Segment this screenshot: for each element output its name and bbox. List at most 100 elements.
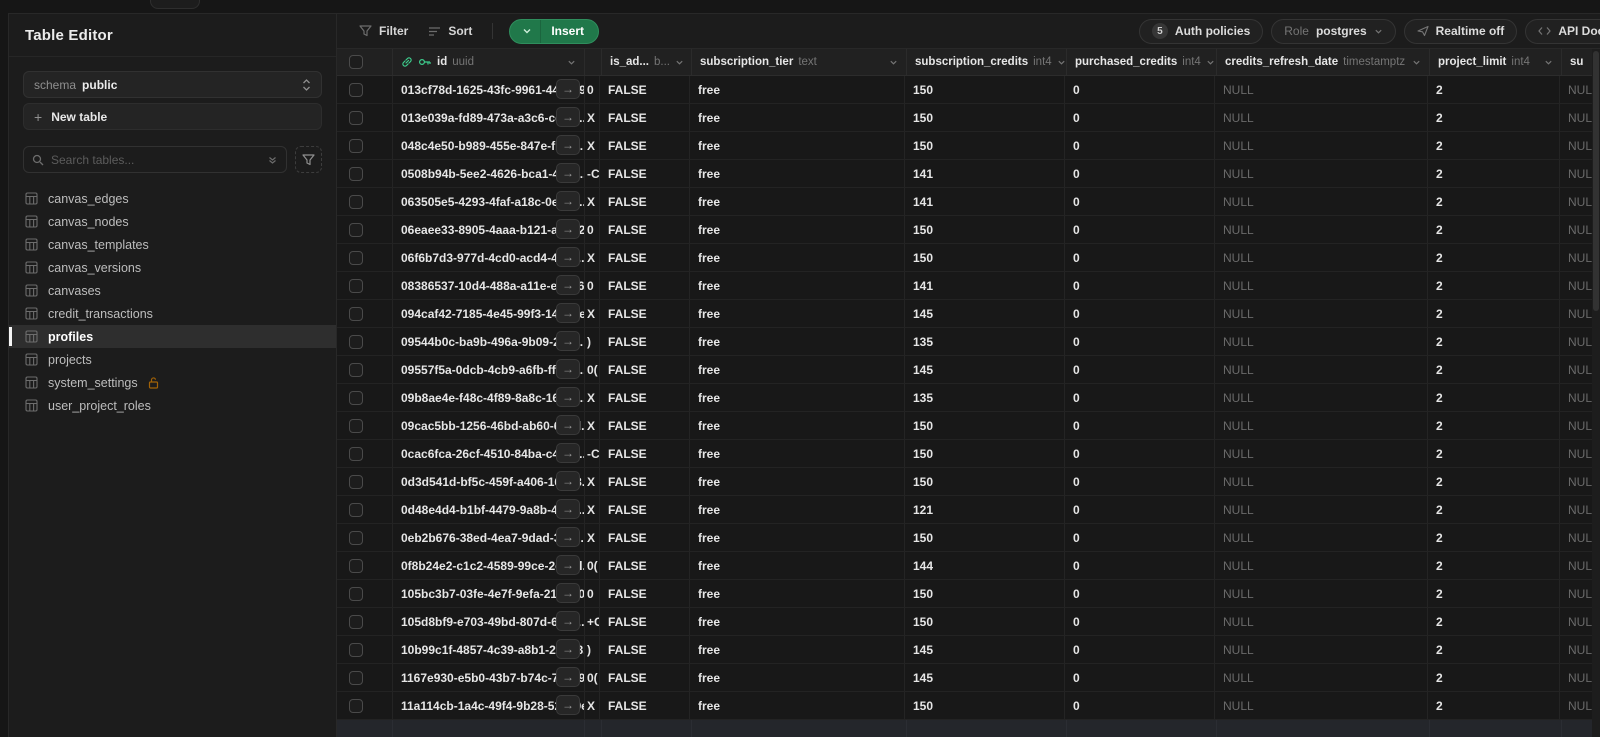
cell-subscription-credits[interactable]: 145 <box>905 664 1065 691</box>
sort-button[interactable]: Sort <box>418 19 482 43</box>
cell-clipped[interactable]: +C <box>585 608 600 635</box>
expand-row-button[interactable]: → <box>556 331 580 351</box>
cell-subscription-tier[interactable]: free <box>690 636 905 663</box>
cell-is-admin[interactable]: FALSE <box>600 328 690 355</box>
cell-project-limit[interactable]: 2 <box>1428 664 1560 691</box>
cell-clipped[interactable]: 0 <box>585 76 600 103</box>
chevron-down-icon[interactable] <box>889 58 898 67</box>
chevron-down-icon[interactable] <box>1412 58 1421 67</box>
cell-credits-refresh-date[interactable]: NULL <box>1215 412 1428 439</box>
cell-project-limit[interactable]: 2 <box>1428 216 1560 243</box>
row-checkbox[interactable] <box>349 278 363 293</box>
cell-subscription-tier[interactable]: free <box>690 692 905 719</box>
cell-is-admin[interactable]: FALSE <box>600 496 690 523</box>
cell-credits-refresh-date[interactable]: NULL <box>1215 216 1428 243</box>
cell-credits-refresh-date[interactable]: NULL <box>1215 272 1428 299</box>
cell-subscription-tier[interactable]: free <box>690 608 905 635</box>
cell-subscription-credits[interactable]: 145 <box>905 636 1065 663</box>
row-checkbox[interactable] <box>349 502 363 517</box>
cell-project-limit[interactable]: 2 <box>1428 384 1560 411</box>
cell-project-limit[interactable]: 2 <box>1428 76 1560 103</box>
auth-policies-button[interactable]: 5 Auth policies <box>1138 18 1264 44</box>
cell-subscription-tier[interactable]: free <box>690 76 905 103</box>
expand-row-button[interactable]: → <box>556 415 580 435</box>
sidebar-item-canvases[interactable]: canvases <box>9 279 336 302</box>
cell-purchased-credits[interactable]: 0 <box>1065 608 1215 635</box>
cell-subscription-tier[interactable]: free <box>690 356 905 383</box>
chevron-down-icon[interactable] <box>1544 58 1553 67</box>
cell-purchased-credits[interactable]: 0 <box>1065 328 1215 355</box>
cell-project-limit[interactable]: 2 <box>1428 468 1560 495</box>
cell-id[interactable]: 105bc3b7-03fe-4e7f-9efa-21bb40... → <box>393 580 585 607</box>
cell-subscription-credits[interactable]: 150 <box>905 76 1065 103</box>
row-checkbox[interactable] <box>349 614 363 629</box>
cell-purchased-credits[interactable]: 0 <box>1065 104 1215 131</box>
cell-subscription-tier[interactable]: free <box>690 384 905 411</box>
cell-clipped[interactable]: 0 <box>585 272 600 299</box>
cell-id[interactable]: 063505e5-4293-4faf-a18c-0e65b... → <box>393 188 585 215</box>
row-checkbox[interactable] <box>349 334 363 349</box>
cell-project-limit[interactable]: 2 <box>1428 552 1560 579</box>
cell-project-limit[interactable]: 2 <box>1428 104 1560 131</box>
column-header-project_limit[interactable]: project_limit int4 <box>1430 49 1562 75</box>
cell-is-admin[interactable]: FALSE <box>600 664 690 691</box>
new-table-button[interactable]: + New table <box>23 103 322 130</box>
cell-clipped[interactable]: -C <box>585 160 600 187</box>
cell-subscription-credits[interactable]: 144 <box>905 552 1065 579</box>
cell-credits-refresh-date[interactable]: NULL <box>1215 692 1428 719</box>
select-all-checkbox[interactable] <box>349 55 363 69</box>
cell-project-limit[interactable]: 2 <box>1428 328 1560 355</box>
cell-subscription-tier[interactable]: free <box>690 104 905 131</box>
cell-purchased-credits[interactable]: 0 <box>1065 636 1215 663</box>
row-checkbox[interactable] <box>349 670 363 685</box>
cell-subscription-credits[interactable]: 150 <box>905 132 1065 159</box>
cell-credits-refresh-date[interactable]: NULL <box>1215 608 1428 635</box>
cell-id[interactable]: 09b8ae4e-f48c-4f89-8a8c-1629b... → <box>393 384 585 411</box>
cell-subscription-credits[interactable]: 150 <box>905 580 1065 607</box>
cell-credits-refresh-date[interactable]: NULL <box>1215 552 1428 579</box>
cell-subscription-tier[interactable]: free <box>690 440 905 467</box>
sidebar-item-canvas_versions[interactable]: canvas_versions <box>9 256 336 279</box>
row-checkbox[interactable] <box>349 586 363 601</box>
cell-is-admin[interactable]: FALSE <box>600 692 690 719</box>
cell-clipped[interactable]: 0( <box>585 552 600 579</box>
expand-row-button[interactable]: → <box>556 275 580 295</box>
cell-subscription-credits[interactable]: 141 <box>905 160 1065 187</box>
cell-is-admin[interactable]: FALSE <box>600 76 690 103</box>
cell-project-limit[interactable]: 2 <box>1428 440 1560 467</box>
cell-purchased-credits[interactable]: 0 <box>1065 216 1215 243</box>
search-tables-input[interactable]: Search tables... <box>23 146 287 173</box>
cell-id[interactable]: 1167e930-e5b0-43b7-b74c-788c9... → <box>393 664 585 691</box>
cell-purchased-credits[interactable]: 0 <box>1065 384 1215 411</box>
cell-purchased-credits[interactable]: 0 <box>1065 244 1215 271</box>
row-checkbox[interactable] <box>349 222 363 237</box>
sidebar-item-canvas_templates[interactable]: canvas_templates <box>9 233 336 256</box>
cell-project-limit[interactable]: 2 <box>1428 580 1560 607</box>
expand-row-button[interactable]: → <box>556 667 580 687</box>
cell-purchased-credits[interactable]: 0 <box>1065 440 1215 467</box>
column-header-id[interactable]: id uuid <box>393 49 585 75</box>
cell-project-limit[interactable]: 2 <box>1428 188 1560 215</box>
cell-is-admin[interactable]: FALSE <box>600 216 690 243</box>
realtime-toggle-button[interactable]: Realtime off <box>1403 18 1518 44</box>
cell-id[interactable]: 0508b94b-5ee2-4626-bca1-4bca... → <box>393 160 585 187</box>
cell-is-admin[interactable]: FALSE <box>600 244 690 271</box>
cell-id[interactable]: 09557f5a-0dcb-4cb9-a6fb-fff366... → <box>393 356 585 383</box>
cell-is-admin[interactable]: FALSE <box>600 580 690 607</box>
expand-row-button[interactable]: → <box>556 639 580 659</box>
cell-is-admin[interactable]: FALSE <box>600 608 690 635</box>
cell-subscription-credits[interactable]: 145 <box>905 356 1065 383</box>
cell-subscription-tier[interactable]: free <box>690 272 905 299</box>
cell-clipped[interactable]: X <box>585 468 600 495</box>
row-checkbox[interactable] <box>349 418 363 433</box>
cell-is-admin[interactable]: FALSE <box>600 552 690 579</box>
cell-id[interactable]: 06f6b7d3-977d-4cd0-acd4-4a78... → <box>393 244 585 271</box>
cell-subscription-credits[interactable]: 150 <box>905 440 1065 467</box>
cell-id[interactable]: 0eb2b676-38ed-4ea7-9dad-38e6... → <box>393 524 585 551</box>
cell-purchased-credits[interactable]: 0 <box>1065 692 1215 719</box>
cell-clipped[interactable]: X <box>585 496 600 523</box>
cell-id[interactable]: 0f8b24e2-c1c2-4589-99ce-2c52d... → <box>393 552 585 579</box>
cell-credits-refresh-date[interactable]: NULL <box>1215 160 1428 187</box>
cell-is-admin[interactable]: FALSE <box>600 636 690 663</box>
cell-project-limit[interactable]: 2 <box>1428 272 1560 299</box>
